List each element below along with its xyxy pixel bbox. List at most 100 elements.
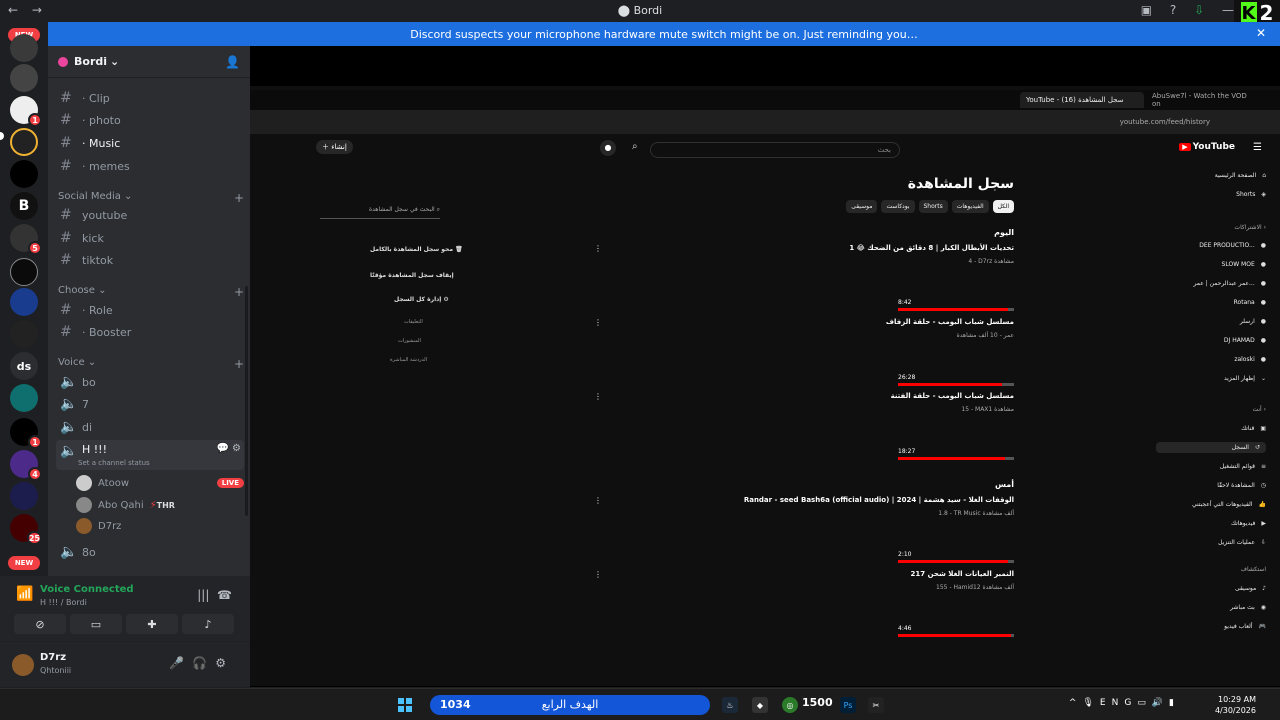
- guide-gaming[interactable]: ألعاب فيديو 🎮: [1156, 623, 1266, 630]
- tab-abuswe7l[interactable]: AbuSwe7l - Watch the VOD on: [1146, 92, 1256, 108]
- server-icon[interactable]: 4: [10, 450, 42, 481]
- headphones-icon[interactable]: 🎧: [192, 656, 215, 670]
- comments-link[interactable]: التعليقات: [404, 319, 423, 325]
- manage-history-button[interactable]: إدارة كل السجل ⚙: [394, 296, 449, 303]
- add-channel-icon[interactable]: +: [234, 191, 244, 205]
- server-icon[interactable]: [10, 384, 38, 412]
- youtube-logo[interactable]: ▶ YouTube: [1179, 142, 1235, 152]
- screen-share-button[interactable]: ▭: [70, 614, 122, 634]
- guide-your-videos[interactable]: فيديوهاتك ▶: [1156, 520, 1266, 527]
- channel-actions[interactable]: 💬⚙: [217, 443, 244, 454]
- video-title[interactable]: 217 النمبر العيانات الغلا شحن: [911, 570, 1014, 578]
- guide-downloads[interactable]: عمليات التنزيل ⇩: [1156, 539, 1266, 546]
- tab-youtube[interactable]: YouTube - سجل المشاهدة (16): [1020, 92, 1144, 108]
- photoshop-icon[interactable]: Ps: [840, 697, 856, 713]
- channel-memes[interactable]: # · memes: [56, 156, 244, 176]
- video-item[interactable]: ⋮ تحديات الأبطال الكبار | 8 دقائق من الض…: [594, 244, 1014, 314]
- voice-status[interactable]: Voice Connected: [40, 584, 134, 595]
- stream-view[interactable]: YouTube - سجل المشاهدة (16) AbuSwe7l - W…: [250, 46, 1280, 687]
- show-more-button[interactable]: إظهار المزيد ⌄: [1156, 375, 1266, 382]
- voice-channel-bo[interactable]: 🔈 bo: [56, 372, 244, 392]
- video-item[interactable]: ⋮ 217 النمبر العيانات الغلا شحن 155 - Ha…: [594, 570, 1014, 640]
- download-icon[interactable]: ⇩: [1194, 3, 1204, 17]
- guide-history[interactable]: السجل ↺: [1156, 442, 1266, 453]
- channel-tiktok[interactable]: # tiktok: [56, 250, 244, 270]
- steam-icon[interactable]: ♨: [722, 697, 738, 713]
- add-channel-icon[interactable]: +: [234, 285, 244, 299]
- voice-user[interactable]: Abo Qahi ⚡ THR: [76, 496, 244, 514]
- guide-shorts[interactable]: Shorts ◈: [1156, 191, 1266, 198]
- voice-channel-8o[interactable]: 🔈 8o: [56, 542, 244, 562]
- video-title[interactable]: مسلسل شباب البومب - حلقة الفتنة: [891, 392, 1014, 400]
- server-header[interactable]: Bordi ⌄ 👤: [48, 46, 250, 78]
- subscription-item[interactable]: عمر عبدالرحمن | عمر... ●: [1156, 280, 1266, 287]
- microphone-icon[interactable]: 🎙: [1082, 698, 1099, 708]
- volume-icon[interactable]: 🔊: [1152, 698, 1169, 708]
- more-icon[interactable]: ⋮: [594, 244, 602, 253]
- chevron-up-icon[interactable]: ^: [1069, 698, 1083, 708]
- channel-photo[interactable]: # · photo: [56, 110, 244, 130]
- server-icon[interactable]: 1: [10, 96, 42, 127]
- server-icon[interactable]: 1: [10, 418, 42, 449]
- guide-playlists[interactable]: قوائم التشغيل ≡: [1156, 463, 1266, 470]
- address-bar[interactable]: youtube.com/feed/history: [250, 110, 1280, 134]
- guide-live[interactable]: بث مباشر ◉: [1156, 604, 1266, 611]
- guide-music[interactable]: موسيقى ♪: [1156, 585, 1266, 592]
- video-title[interactable]: تحديات الأبطال الكبار | 8 دقائق من الضحك…: [849, 244, 1014, 252]
- close-icon[interactable]: ✕: [1256, 26, 1266, 40]
- channel-clip[interactable]: # · Clip: [56, 88, 244, 108]
- subscription-item[interactable]: ارسلر ●: [1156, 318, 1266, 325]
- channel-role[interactable]: # · Role: [56, 300, 244, 320]
- more-icon[interactable]: ⋮: [594, 392, 602, 401]
- signal-icon[interactable]: 📶: [16, 586, 33, 602]
- voice-channel-di[interactable]: 🔈 di: [56, 417, 244, 437]
- you-header[interactable]: أنت ›: [1156, 406, 1266, 413]
- server-icon[interactable]: ds: [10, 352, 38, 380]
- create-button[interactable]: ＋ إنشاء: [316, 140, 353, 154]
- more-icon[interactable]: ⋮: [594, 570, 602, 579]
- username[interactable]: D7rz: [40, 652, 66, 663]
- voice-channel-7[interactable]: 🔈 7: [56, 394, 244, 414]
- guide-liked-videos[interactable]: الفيديوهات التي أعجبتني 👍: [1156, 501, 1266, 508]
- channel-kick[interactable]: # kick: [56, 228, 244, 248]
- subscription-item[interactable]: DJ HAMAD ●: [1156, 337, 1266, 344]
- search-input[interactable]: بحث: [650, 142, 900, 158]
- channel-music[interactable]: # · Music: [56, 133, 244, 153]
- add-channel-icon[interactable]: +: [234, 357, 244, 371]
- app-icon[interactable]: ◆: [752, 697, 768, 713]
- subscription-item[interactable]: Rotana ●: [1156, 299, 1266, 306]
- chip-videos[interactable]: الفيديوهات: [951, 200, 989, 213]
- server-icon[interactable]: 25: [10, 514, 42, 545]
- clock[interactable]: 10:29 AM 4/30/2026: [1215, 694, 1256, 716]
- activities-button[interactable]: ✚: [126, 614, 178, 634]
- category-social-media[interactable]: Social Media ⌄ +: [58, 191, 244, 205]
- subscriptions-header[interactable]: الاشتراكات ›: [1156, 224, 1266, 231]
- subscription-item[interactable]: zaloski ●: [1156, 356, 1266, 363]
- minimize-icon[interactable]: —: [1222, 3, 1234, 17]
- video-title[interactable]: Randar - seed Bash6a (official audio) | …: [744, 496, 1014, 504]
- avatar[interactable]: [12, 654, 34, 676]
- channel-youtube[interactable]: # youtube: [56, 205, 244, 225]
- chrome-icon[interactable]: ◎: [782, 697, 798, 713]
- gear-icon[interactable]: ⚙: [215, 656, 234, 670]
- video-item[interactable]: ⋮ مسلسل شباب البومب - حلقة الزفاف عمر - …: [594, 318, 1014, 388]
- server-icon[interactable]: B: [10, 192, 38, 220]
- guide-your-channel[interactable]: قناتك ▣: [1156, 425, 1266, 432]
- server-icon[interactable]: [10, 128, 38, 156]
- add-user-icon[interactable]: 👤: [225, 55, 240, 69]
- search-icon[interactable]: ⌕: [632, 141, 638, 152]
- history-search-input[interactable]: البحث في سجل المشاهدة ⌕: [320, 206, 440, 219]
- chip-music[interactable]: موسيقى: [846, 200, 878, 213]
- channel-status[interactable]: Set a channel status: [78, 459, 150, 467]
- server-icon[interactable]: [10, 64, 38, 92]
- posts-link[interactable]: المنشورات: [398, 338, 421, 344]
- camera-off-button[interactable]: ⊘: [14, 614, 66, 634]
- channel-booster[interactable]: # · Booster: [56, 322, 244, 342]
- soundboard-button[interactable]: ♪: [182, 614, 234, 634]
- voice-user[interactable]: Atoow LIVE: [76, 474, 244, 492]
- microphone-icon[interactable]: 🎤: [169, 656, 192, 670]
- guide-watch-later[interactable]: المشاهدة لاحقًا ◷: [1156, 482, 1266, 489]
- scrollbar[interactable]: [245, 286, 248, 516]
- language-indicator[interactable]: ENG: [1100, 698, 1137, 708]
- chip-all[interactable]: الكل: [992, 200, 1014, 213]
